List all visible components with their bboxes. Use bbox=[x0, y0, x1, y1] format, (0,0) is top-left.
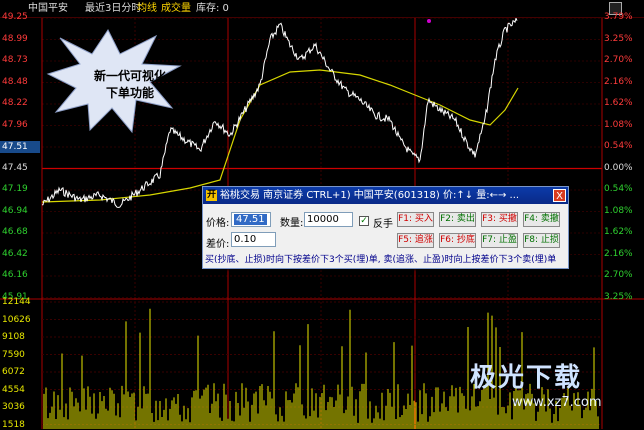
order-panel-titlebar[interactable]: 开 裕桃交易 南京证券 CTRL+1) 中国平安(601318) 价:↑↓ 量:… bbox=[203, 187, 568, 204]
callout-text-line2: 下单功能 bbox=[106, 86, 155, 100]
percent-tick-label: 0.54% bbox=[604, 141, 633, 151]
price-tick-label: 48.48 bbox=[2, 76, 28, 87]
callout-text-line1: 新一代可视化 bbox=[94, 69, 167, 83]
percent-tick-label: 1.08% bbox=[604, 119, 633, 130]
chart-header: 中国平安 最近3日分时 均线 成交量 库存: 0 bbox=[0, 0, 644, 18]
price-tick-label: 47.45 bbox=[2, 162, 28, 173]
volume-tick-label: 7590 bbox=[2, 349, 25, 360]
percent-tick-label: 1.62% bbox=[604, 227, 633, 237]
buy-button[interactable]: F1: 买入 bbox=[397, 212, 434, 227]
quantity-input[interactable]: 10000 bbox=[304, 212, 353, 227]
sell-button[interactable]: F2: 卖出 bbox=[439, 212, 476, 227]
percent-tick-label: 2.70% bbox=[604, 270, 633, 280]
period-label: 最近3日分时 bbox=[85, 3, 142, 14]
diff-label: 差价: bbox=[206, 239, 230, 250]
marker-point bbox=[427, 19, 431, 23]
volume-label[interactable]: 成交量 bbox=[161, 0, 191, 17]
price-tick-label: 46.68 bbox=[2, 227, 28, 237]
percent-tick-label: 1.08% bbox=[604, 205, 633, 216]
volume-tick-label: 6072 bbox=[2, 367, 25, 377]
cancel-buy-button[interactable]: F3: 买撤 bbox=[481, 212, 518, 227]
bottom-fish-button[interactable]: F6: 抄底 bbox=[439, 233, 476, 248]
price-value: 47.51 bbox=[234, 214, 267, 225]
reverse-label: 反手 bbox=[373, 219, 393, 230]
order-panel-title: 裕桃交易 南京证券 CTRL+1) 中国平安(601318) 价:↑↓ 量:←→… bbox=[220, 190, 520, 201]
avg-line-label[interactable]: 均线 bbox=[137, 0, 157, 17]
percent-tick-label: 3.25% bbox=[604, 33, 633, 44]
security-name: 中国平安 bbox=[28, 3, 68, 14]
volume-tick-label: 12144 bbox=[2, 297, 31, 307]
inventory-label: 库存: 0 bbox=[196, 3, 229, 14]
price-tick-label: 46.42 bbox=[2, 248, 28, 259]
take-profit-button[interactable]: F7: 止盈 bbox=[481, 233, 518, 248]
percent-tick-label: 2.16% bbox=[604, 76, 633, 87]
watermark-logo: 极光下载 bbox=[470, 363, 583, 393]
stop-loss-button[interactable]: F8: 止损 bbox=[523, 233, 560, 248]
percent-tick-label: 3.25% bbox=[604, 291, 633, 302]
percent-tick-label: 2.70% bbox=[604, 55, 633, 65]
price-tick-label: 47.19 bbox=[2, 184, 28, 194]
quantity-label: 数量: bbox=[280, 218, 304, 229]
percent-tick-label: 3.79% bbox=[604, 12, 633, 22]
price-tick-label: 49.25 bbox=[2, 12, 28, 22]
price-input[interactable]: 47.51 bbox=[231, 212, 271, 227]
price-label: 价格: bbox=[206, 218, 230, 229]
price-tick-label: 47.96 bbox=[2, 119, 28, 130]
price-tick-label: 46.94 bbox=[2, 205, 28, 216]
percent-tick-label: 2.16% bbox=[604, 248, 633, 259]
price-tick-label: 46.16 bbox=[2, 270, 28, 280]
app-logo-icon: 开 bbox=[206, 190, 217, 201]
volume-tick-label: 9108 bbox=[2, 332, 25, 342]
volume-tick-label: 1518 bbox=[2, 419, 25, 430]
volume-tick-label: 4554 bbox=[2, 384, 25, 395]
percent-tick-label: 0.54% bbox=[604, 184, 633, 194]
diff-input[interactable]: 0.10 bbox=[231, 232, 276, 247]
watermark-url: www.xz7.com bbox=[512, 395, 602, 410]
price-tick-label: 48.99 bbox=[2, 33, 28, 44]
volume-tick-label: 3036 bbox=[2, 402, 25, 412]
percent-tick-label: 0.00% bbox=[604, 162, 633, 173]
order-note: 买(抄底、止损)时向下按差价下3个买(埋)单, 卖(追涨、止盈)时向上按差价下3… bbox=[205, 255, 557, 265]
volume-tick-label: 10626 bbox=[2, 314, 31, 325]
price-tick-label: 48.22 bbox=[2, 98, 28, 108]
chase-rise-button[interactable]: F5: 追涨 bbox=[397, 233, 434, 248]
close-button[interactable]: X bbox=[553, 189, 566, 202]
current-price-badge: 47.51 bbox=[0, 141, 40, 153]
reverse-checkbox[interactable]: ✓ bbox=[359, 216, 369, 226]
price-tick-label: 48.73 bbox=[2, 55, 28, 65]
cancel-sell-button[interactable]: F4: 卖撤 bbox=[523, 212, 560, 227]
percent-tick-label: 1.62% bbox=[604, 98, 633, 108]
